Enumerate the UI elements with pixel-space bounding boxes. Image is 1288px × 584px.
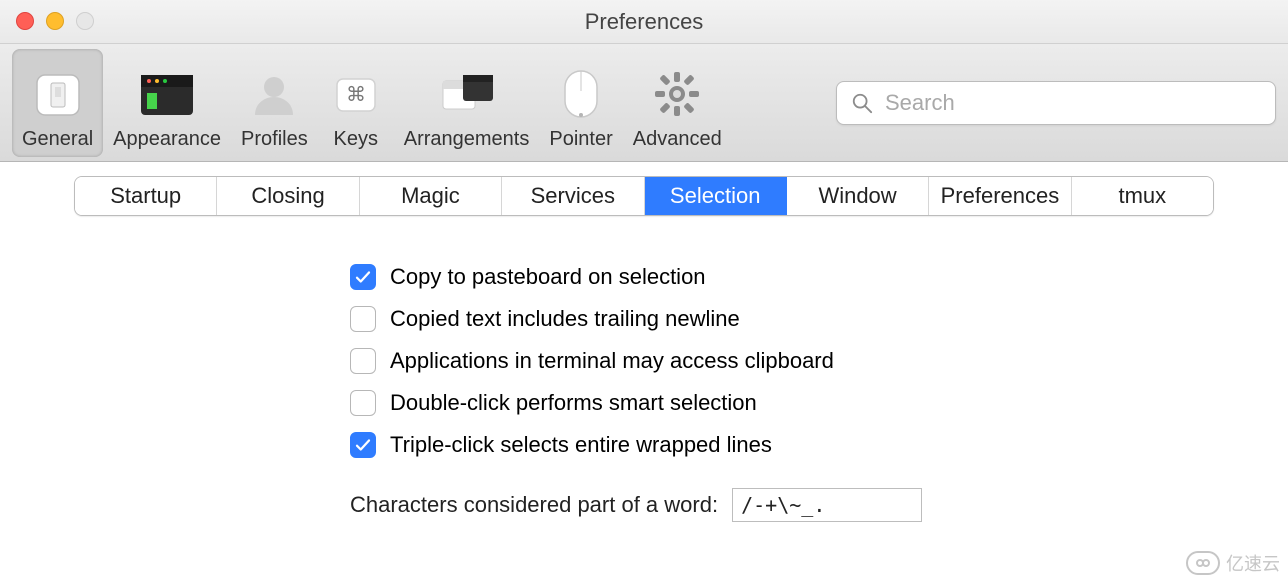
tab-label: Startup: [110, 183, 181, 209]
toolbar-label: General: [22, 128, 93, 151]
keys-icon: ⌘: [328, 66, 384, 122]
tab-label: Selection: [670, 183, 761, 209]
zoom-window-button[interactable]: [76, 12, 94, 30]
search-input[interactable]: [883, 89, 1261, 117]
window-controls: [16, 12, 94, 30]
arrangements-icon: [439, 66, 495, 122]
tab-magic[interactable]: Magic: [360, 177, 502, 215]
toolbar-item-advanced[interactable]: Advanced: [623, 49, 732, 157]
toolbar-label: Arrangements: [404, 128, 530, 151]
tab-tmux[interactable]: tmux: [1072, 177, 1213, 215]
search-field-wrap[interactable]: [836, 81, 1276, 125]
tab-services[interactable]: Services: [502, 177, 644, 215]
toolbar-item-profiles[interactable]: Profiles: [231, 49, 318, 157]
pointer-icon: [553, 66, 609, 122]
svg-text:⌘: ⌘: [346, 84, 366, 106]
toolbar-item-pointer[interactable]: Pointer: [539, 49, 622, 157]
watermark-icon: [1186, 551, 1220, 575]
tab-startup[interactable]: Startup: [75, 177, 217, 215]
tab-selection[interactable]: Selection: [645, 177, 787, 215]
toolbar-label: Appearance: [113, 128, 221, 151]
tab-label: Preferences: [941, 183, 1060, 209]
general-icon: [30, 66, 86, 122]
window-title: Preferences: [585, 9, 704, 35]
toolbar-label: Keys: [334, 128, 378, 151]
checkbox-trailing-newline[interactable]: [350, 306, 376, 332]
minimize-window-button[interactable]: [46, 12, 64, 30]
option-label: Copy to pasteboard on selection: [390, 264, 706, 290]
tab-label: Magic: [401, 183, 460, 209]
tab-window[interactable]: Window: [787, 177, 929, 215]
advanced-icon: [649, 66, 705, 122]
checkbox-copy-on-selection[interactable]: [350, 264, 376, 290]
titlebar: Preferences: [0, 0, 1288, 44]
toolbar-label: Pointer: [549, 128, 612, 151]
checkbox-apps-access-clipboard[interactable]: [350, 348, 376, 374]
checkbox-triple-click-wrapped[interactable]: [350, 432, 376, 458]
watermark-text: 亿速云: [1226, 550, 1280, 576]
tab-preferences[interactable]: Preferences: [929, 177, 1071, 215]
toolbar-item-arrangements[interactable]: Arrangements: [394, 49, 540, 157]
close-window-button[interactable]: [16, 12, 34, 30]
tab-label: Services: [531, 183, 615, 209]
word-chars-label: Characters considered part of a word:: [350, 492, 718, 518]
appearance-icon: [139, 66, 195, 122]
selection-pane: Copy to pasteboard on selection Copied t…: [0, 216, 1288, 522]
profiles-icon: [246, 66, 302, 122]
option-label: Applications in terminal may access clip…: [390, 348, 834, 374]
tab-closing[interactable]: Closing: [217, 177, 359, 215]
word-chars-input[interactable]: [732, 488, 922, 522]
toolbar-item-general[interactable]: General: [12, 49, 103, 157]
tab-label: tmux: [1118, 183, 1166, 209]
toolbar-item-appearance[interactable]: Appearance: [103, 49, 231, 157]
option-label: Copied text includes trailing newline: [390, 306, 740, 332]
option-label: Double-click performs smart selection: [390, 390, 757, 416]
checkbox-double-click-smart[interactable]: [350, 390, 376, 416]
general-subtabs: Startup Closing Magic Services Selection…: [74, 176, 1214, 216]
toolbar-label: Advanced: [633, 128, 722, 151]
preferences-toolbar: General Appearance Profiles ⌘ Keys Arran…: [0, 44, 1288, 162]
toolbar-label: Profiles: [241, 128, 308, 151]
search-icon: [851, 92, 873, 114]
watermark: 亿速云: [1186, 550, 1280, 576]
option-label: Triple-click selects entire wrapped line…: [390, 432, 772, 458]
tab-label: Window: [818, 183, 896, 209]
toolbar-item-keys[interactable]: ⌘ Keys: [318, 49, 394, 157]
tab-label: Closing: [251, 183, 324, 209]
